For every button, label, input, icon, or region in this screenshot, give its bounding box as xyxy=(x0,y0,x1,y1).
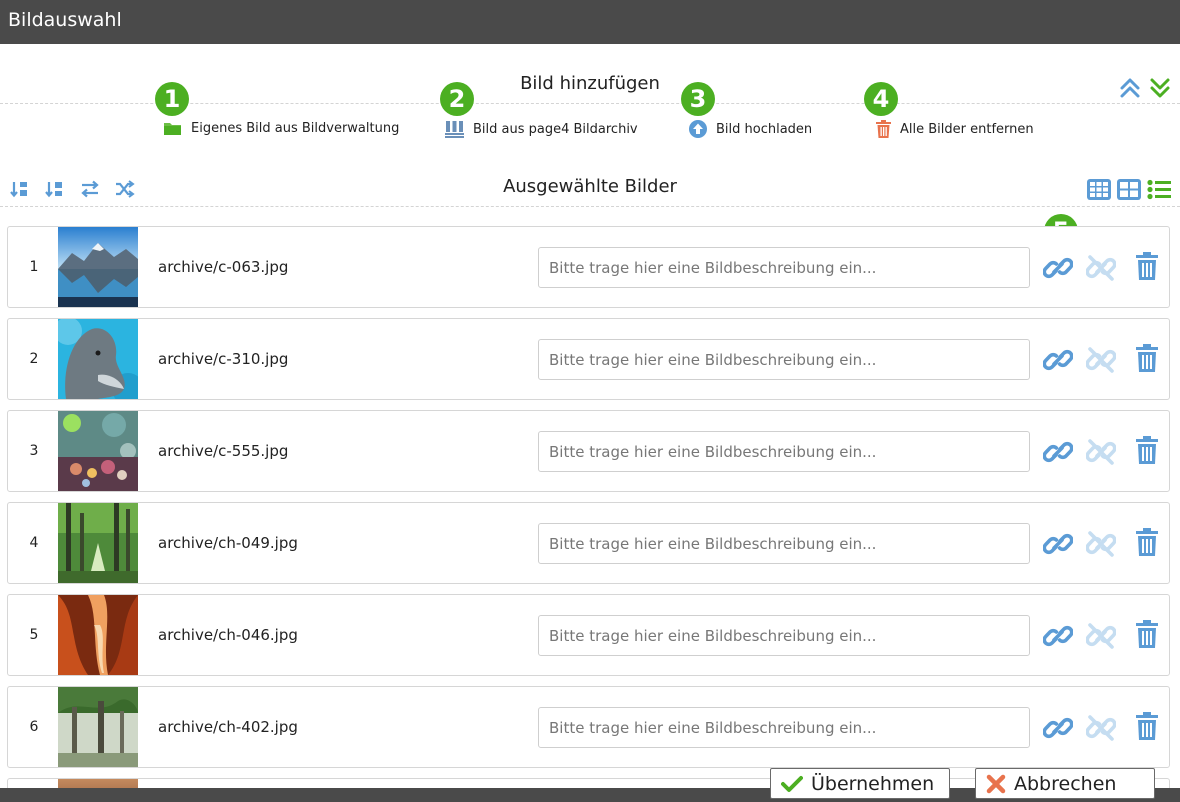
collapse-all-icon[interactable] xyxy=(1119,77,1141,99)
row-index: 4 xyxy=(29,535,39,551)
selected-section-divider xyxy=(0,206,1180,207)
remove-all-label: Alle Bilder entfernen xyxy=(900,121,1034,137)
upload-icon xyxy=(689,120,707,138)
expand-all-icon[interactable] xyxy=(1149,77,1171,99)
link-icon[interactable] xyxy=(1043,253,1073,283)
delete-image-icon[interactable] xyxy=(1136,712,1158,740)
link-icon[interactable] xyxy=(1043,529,1073,559)
image-filename: archive/c-310.jpg xyxy=(158,350,289,368)
unlink-icon[interactable] xyxy=(1086,529,1116,559)
window-title: Bildauswahl xyxy=(8,9,122,31)
trash-icon xyxy=(876,120,891,138)
list-view-icon[interactable] xyxy=(1147,179,1171,200)
row-index: 3 xyxy=(29,443,39,459)
link-icon[interactable] xyxy=(1043,437,1073,467)
close-icon xyxy=(986,774,1006,793)
row-index: 1 xyxy=(29,259,39,275)
delete-image-icon[interactable] xyxy=(1136,344,1158,372)
link-icon[interactable] xyxy=(1043,621,1073,651)
step-badge-1: 1 xyxy=(155,82,189,116)
upload-image-button[interactable]: Bild hochladen xyxy=(689,120,812,138)
upload-image-label: Bild hochladen xyxy=(716,121,813,137)
delete-image-icon[interactable] xyxy=(1136,252,1158,280)
selected-section-title: Ausgewählte Bilder xyxy=(503,176,677,197)
link-icon[interactable] xyxy=(1043,713,1073,743)
delete-image-icon[interactable] xyxy=(1136,528,1158,556)
image-filename: archive/ch-402.jpg xyxy=(158,718,298,736)
row-index: 6 xyxy=(29,719,39,735)
image-thumbnail[interactable] xyxy=(58,503,138,583)
image-thumbnail[interactable] xyxy=(58,227,138,307)
image-thumbnail[interactable] xyxy=(58,595,138,675)
unlink-icon[interactable] xyxy=(1086,621,1116,651)
step-badge-2: 2 xyxy=(440,82,474,116)
apply-button[interactable]: Übernehmen xyxy=(770,768,950,799)
image-description-input[interactable] xyxy=(538,707,1030,748)
remove-all-button[interactable]: Alle Bilder entfernen xyxy=(876,120,1034,138)
image-description-input[interactable] xyxy=(538,615,1030,656)
folder-icon xyxy=(164,123,181,135)
image-thumbnail[interactable] xyxy=(58,411,138,491)
unlink-icon[interactable] xyxy=(1086,437,1116,467)
image-description-input[interactable] xyxy=(538,339,1030,380)
archive-icon xyxy=(445,121,464,138)
image-row: 3 archive/c-555.jpg xyxy=(7,410,1170,492)
archive-image-button[interactable]: Bild aus page4 Bildarchiv xyxy=(445,120,638,138)
delete-image-icon[interactable] xyxy=(1136,620,1158,648)
apply-label: Übernehmen xyxy=(811,772,935,795)
link-icon[interactable] xyxy=(1043,345,1073,375)
cancel-label: Abbrechen xyxy=(1014,772,1117,795)
image-filename: archive/ch-046.jpg xyxy=(158,626,298,644)
small-grid-view-icon[interactable] xyxy=(1087,179,1111,200)
image-filename: archive/c-063.jpg xyxy=(158,258,289,276)
image-filename: archive/c-555.jpg xyxy=(158,442,289,460)
unlink-icon[interactable] xyxy=(1086,713,1116,743)
row-index: 2 xyxy=(29,351,39,367)
image-filename: archive/ch-049.jpg xyxy=(158,534,298,552)
image-row: 6 archive/ch-402.jpg xyxy=(7,686,1170,768)
own-image-button[interactable]: Eigenes Bild aus Bildverwaltung xyxy=(163,120,399,136)
unlink-icon[interactable] xyxy=(1086,253,1116,283)
step-badge-3: 3 xyxy=(681,82,715,116)
own-image-label: Eigenes Bild aus Bildverwaltung xyxy=(191,120,400,136)
row-index: 5 xyxy=(29,627,39,643)
image-thumbnail[interactable] xyxy=(58,687,138,767)
unlink-icon[interactable] xyxy=(1086,345,1116,375)
image-row: 2 archive/c-310.jpg xyxy=(7,318,1170,400)
image-description-input[interactable] xyxy=(538,431,1030,472)
step-badge-4: 4 xyxy=(864,82,898,116)
image-description-input[interactable] xyxy=(538,523,1030,564)
image-description-input[interactable] xyxy=(538,247,1030,288)
cancel-button[interactable]: Abbrechen xyxy=(975,768,1155,799)
archive-image-label: Bild aus page4 Bildarchiv xyxy=(473,121,638,137)
image-row: 5 archive/ch-046.jpg xyxy=(7,594,1170,676)
image-row: 1 archive/c-063.jpg xyxy=(7,226,1170,308)
delete-image-icon[interactable] xyxy=(1136,436,1158,464)
check-icon xyxy=(781,775,803,792)
large-grid-view-icon[interactable] xyxy=(1117,179,1141,200)
window-titlebar: Bildauswahl xyxy=(0,0,1180,44)
image-thumbnail[interactable] xyxy=(58,319,138,399)
image-row: 4 archive/ch-049.jpg xyxy=(7,502,1170,584)
